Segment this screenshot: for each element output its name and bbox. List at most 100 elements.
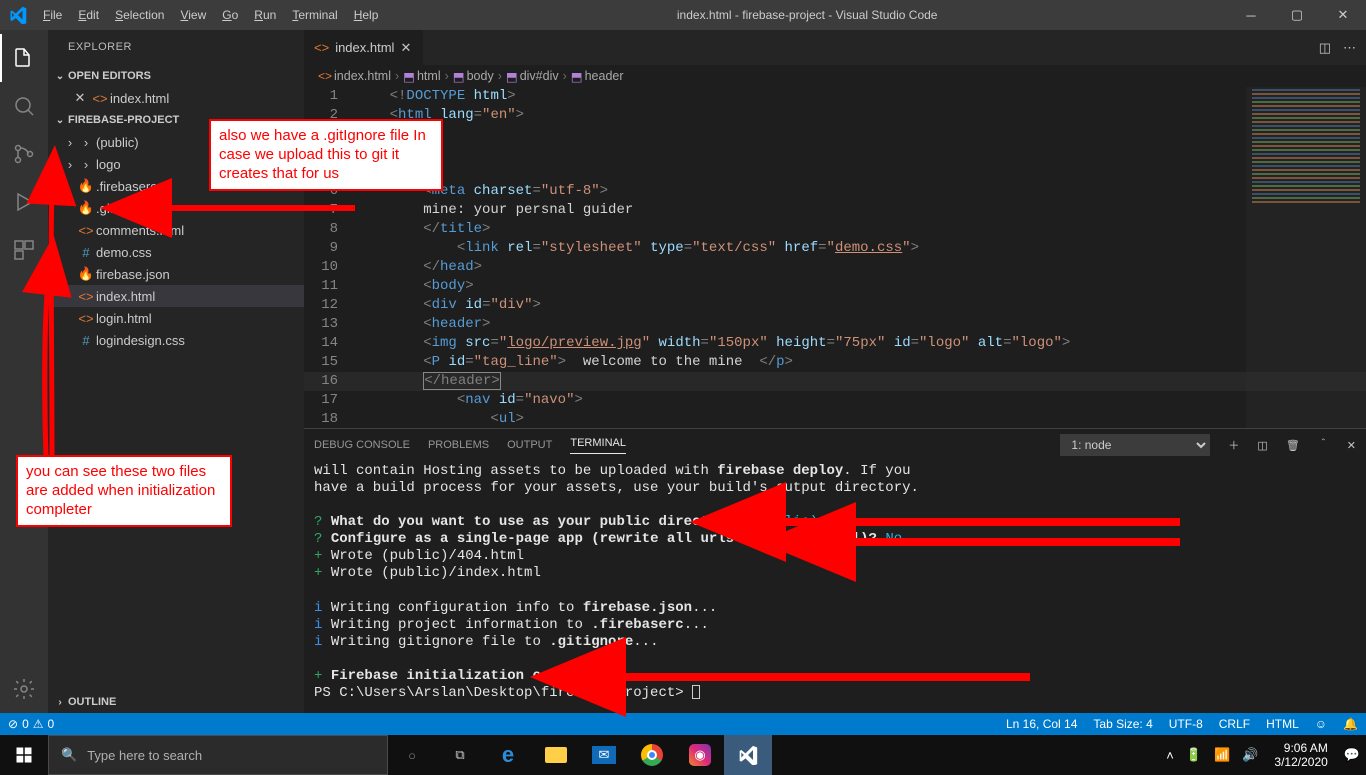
search-icon[interactable] xyxy=(0,82,48,130)
close-icon[interactable]: ✕ xyxy=(70,90,90,106)
breadcrumb-item[interactable]: html xyxy=(417,69,441,83)
feedback-icon[interactable]: ☺ xyxy=(1307,717,1335,731)
menu-view[interactable]: View xyxy=(172,0,214,30)
cortana-icon[interactable]: ○ xyxy=(388,735,436,775)
split-editor-icon[interactable]: ◫ xyxy=(1319,40,1331,56)
clock[interactable]: 9:06 AM3/12/2020 xyxy=(1264,741,1337,769)
menu-go[interactable]: Go xyxy=(214,0,246,30)
panel-tab-output[interactable]: OUTPUT xyxy=(507,439,552,451)
code-line[interactable]: 10 </head> xyxy=(304,258,1366,277)
explorer-icon[interactable] xyxy=(0,34,48,82)
open-editors-header[interactable]: ⌄OPEN EDITORS xyxy=(48,65,304,87)
minimize-button[interactable]: ─ xyxy=(1228,0,1274,30)
file-tree-label: .firebaserc xyxy=(96,179,157,194)
volume-icon[interactable]: 🔊 xyxy=(1236,747,1264,763)
instagram-icon[interactable]: ◉ xyxy=(676,735,724,775)
code-line[interactable]: 16 </header> xyxy=(304,372,1366,391)
open-editor-item[interactable]: ✕ <> index.html xyxy=(48,87,304,109)
html-file-icon: <> xyxy=(76,223,96,238)
breadcrumb-item[interactable]: div#div xyxy=(520,69,559,83)
code-line[interactable]: 1 <!DOCTYPE html> xyxy=(304,87,1366,106)
code-line[interactable]: 15 <P id="tag_line"> welcome to the mine… xyxy=(304,353,1366,372)
search-placeholder: Type here to search xyxy=(87,748,202,763)
minimap[interactable] xyxy=(1246,87,1366,428)
start-button[interactable] xyxy=(0,735,48,775)
battery-icon[interactable]: 🔋 xyxy=(1180,747,1208,763)
maximize-panel-icon[interactable]: ＾ xyxy=(1318,437,1329,453)
tab-label: index.html xyxy=(335,40,394,55)
menu-edit[interactable]: Edit xyxy=(70,0,107,30)
code-line[interactable]: 12 <div id="div"> xyxy=(304,296,1366,315)
code-line[interactable]: 13 <header> xyxy=(304,315,1366,334)
firebase-file-icon: 🔥 xyxy=(76,178,96,194)
status-lncol[interactable]: Ln 16, Col 14 xyxy=(998,717,1085,731)
file-tree-item[interactable]: <>index.html xyxy=(48,285,304,307)
chrome-icon[interactable] xyxy=(628,735,676,775)
source-control-icon[interactable] xyxy=(0,130,48,178)
action-center-icon[interactable]: 💬 xyxy=(1338,747,1366,763)
menu-terminal[interactable]: Terminal xyxy=(284,0,345,30)
code-line[interactable]: 5 xyxy=(304,163,1366,182)
settings-gear-icon[interactable] xyxy=(0,665,48,713)
code-line[interactable]: 6 <meta charset="utf-8"> xyxy=(304,182,1366,201)
panel-tab-terminal[interactable]: TERMINAL xyxy=(570,437,626,454)
vscode-taskbar-icon[interactable] xyxy=(724,735,772,775)
code-editor[interactable]: 1 <!DOCTYPE html>2 <html lang="en">3 4 <… xyxy=(304,87,1366,428)
code-line[interactable]: 9 <link rel="stylesheet" type="text/css"… xyxy=(304,239,1366,258)
taskbar-search[interactable]: 🔍 Type here to search xyxy=(48,735,388,775)
terminal-selector[interactable]: 1: node xyxy=(1060,434,1210,456)
code-line[interactable]: 17 <nav id="navo"> xyxy=(304,391,1366,410)
file-tree-item[interactable]: <>comments.html xyxy=(48,219,304,241)
new-terminal-icon[interactable]: ＋ xyxy=(1228,437,1239,453)
split-terminal-icon[interactable]: ◫ xyxy=(1257,439,1267,452)
wifi-icon[interactable]: 📶 xyxy=(1208,747,1236,763)
file-tree-item[interactable]: #demo.css xyxy=(48,241,304,263)
file-tree-item[interactable]: <>login.html xyxy=(48,307,304,329)
code-line[interactable]: 2 <html lang="en"> xyxy=(304,106,1366,125)
code-line[interactable]: 7 mine: your persnal guider xyxy=(304,201,1366,220)
panel-tab-debug[interactable]: DEBUG CONSOLE xyxy=(314,439,410,451)
close-panel-icon[interactable]: ✕ xyxy=(1347,439,1356,452)
code-line[interactable]: 14 <img src="logo/preview.jpg" width="15… xyxy=(304,334,1366,353)
task-view-icon[interactable]: ⧉ xyxy=(436,735,484,775)
file-tree-item[interactable]: #logindesign.css xyxy=(48,329,304,351)
menu-file[interactable]: File xyxy=(35,0,70,30)
code-line[interactable]: 3 xyxy=(304,125,1366,144)
menu-help[interactable]: Help xyxy=(346,0,387,30)
file-tree-item[interactable]: 🔥.gitignore xyxy=(48,197,304,219)
breadcrumbs[interactable]: <> index.html› ⬒html› ⬒body› ⬒div#div› ⬒… xyxy=(304,65,1366,87)
outline-header[interactable]: ›OUTLINE xyxy=(48,691,304,713)
search-icon: 🔍 xyxy=(61,747,77,763)
notifications-icon[interactable]: 🔔 xyxy=(1335,717,1366,731)
more-actions-icon[interactable]: ⋯ xyxy=(1343,40,1356,56)
file-tree-item[interactable]: 🔥firebase.json xyxy=(48,263,304,285)
run-debug-icon[interactable] xyxy=(0,178,48,226)
status-language[interactable]: HTML xyxy=(1258,717,1307,731)
code-line[interactable]: 11 <body> xyxy=(304,277,1366,296)
panel-tab-problems[interactable]: PROBLEMS xyxy=(428,439,489,451)
extensions-icon[interactable] xyxy=(0,226,48,274)
breadcrumb-item[interactable]: index.html xyxy=(334,69,391,83)
file-explorer-icon[interactable] xyxy=(532,735,580,775)
maximize-button[interactable]: ▢ xyxy=(1274,0,1320,30)
tab-close-icon[interactable]: ✕ xyxy=(400,40,411,56)
element-icon: ⬒ xyxy=(506,69,518,84)
code-line[interactable]: 8 </title> xyxy=(304,220,1366,239)
mail-icon[interactable]: ✉ xyxy=(580,735,628,775)
status-tabsize[interactable]: Tab Size: 4 xyxy=(1085,717,1160,731)
status-encoding[interactable]: UTF-8 xyxy=(1161,717,1211,731)
code-line[interactable]: 4 <head> xyxy=(304,144,1366,163)
status-errors[interactable]: ⊘0⚠0 xyxy=(0,717,62,731)
menu-selection[interactable]: Selection xyxy=(107,0,172,30)
edge-icon[interactable]: e xyxy=(484,735,532,775)
kill-terminal-icon[interactable]: 🗑 xyxy=(1286,439,1300,452)
terminal-body[interactable]: will contain Hosting assets to be upload… xyxy=(304,461,1366,713)
menu-run[interactable]: Run xyxy=(246,0,284,30)
close-button[interactable]: ✕ xyxy=(1320,0,1366,30)
breadcrumb-item[interactable]: body xyxy=(467,69,494,83)
code-line[interactable]: 18 <ul> xyxy=(304,410,1366,428)
tab-index-html[interactable]: <> index.html ✕ xyxy=(304,30,424,65)
breadcrumb-item[interactable]: header xyxy=(585,69,624,83)
status-eol[interactable]: CRLF xyxy=(1211,717,1258,731)
tray-chevron-icon[interactable]: ˄ xyxy=(1160,748,1180,763)
